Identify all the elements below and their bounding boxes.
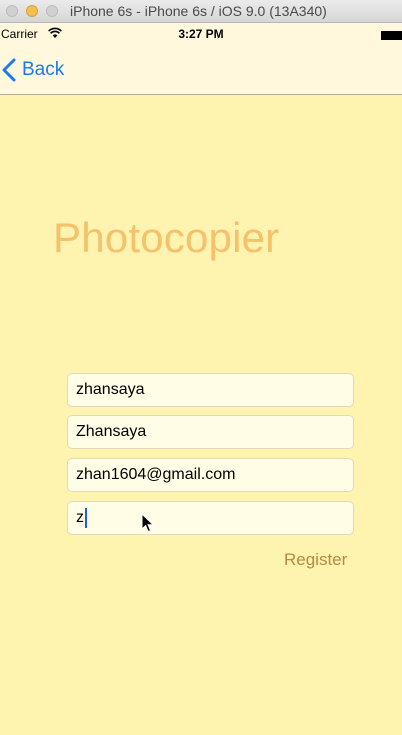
back-label: Back (22, 59, 65, 80)
register-button[interactable]: Register (284, 550, 347, 570)
status-bar: Carrier 3:27 PM (0, 23, 402, 45)
text-cursor (85, 508, 87, 528)
back-chevron-icon (2, 58, 16, 82)
window-zoom-button[interactable] (46, 5, 58, 17)
status-time: 3:27 PM (178, 27, 224, 41)
simulator-title-bar: iPhone 6s - iPhone 6s / iOS 9.0 (13A340) (0, 0, 402, 23)
username-field[interactable] (67, 373, 354, 407)
page-title: Photocopier (53, 214, 280, 261)
email-field[interactable] (67, 458, 354, 492)
battery-icon (381, 31, 402, 40)
name-field[interactable] (67, 415, 354, 449)
password-field-text: z (76, 509, 84, 526)
mouse-pointer-icon (141, 513, 155, 533)
window-title: iPhone 6s - iPhone 6s / iOS 9.0 (13A340) (70, 3, 327, 19)
window-minimize-button[interactable] (26, 5, 38, 17)
navigation-bar: Back (0, 45, 402, 95)
window-close-button[interactable] (6, 5, 18, 17)
back-button[interactable]: Back (2, 57, 64, 83)
password-field[interactable]: z (67, 501, 354, 535)
